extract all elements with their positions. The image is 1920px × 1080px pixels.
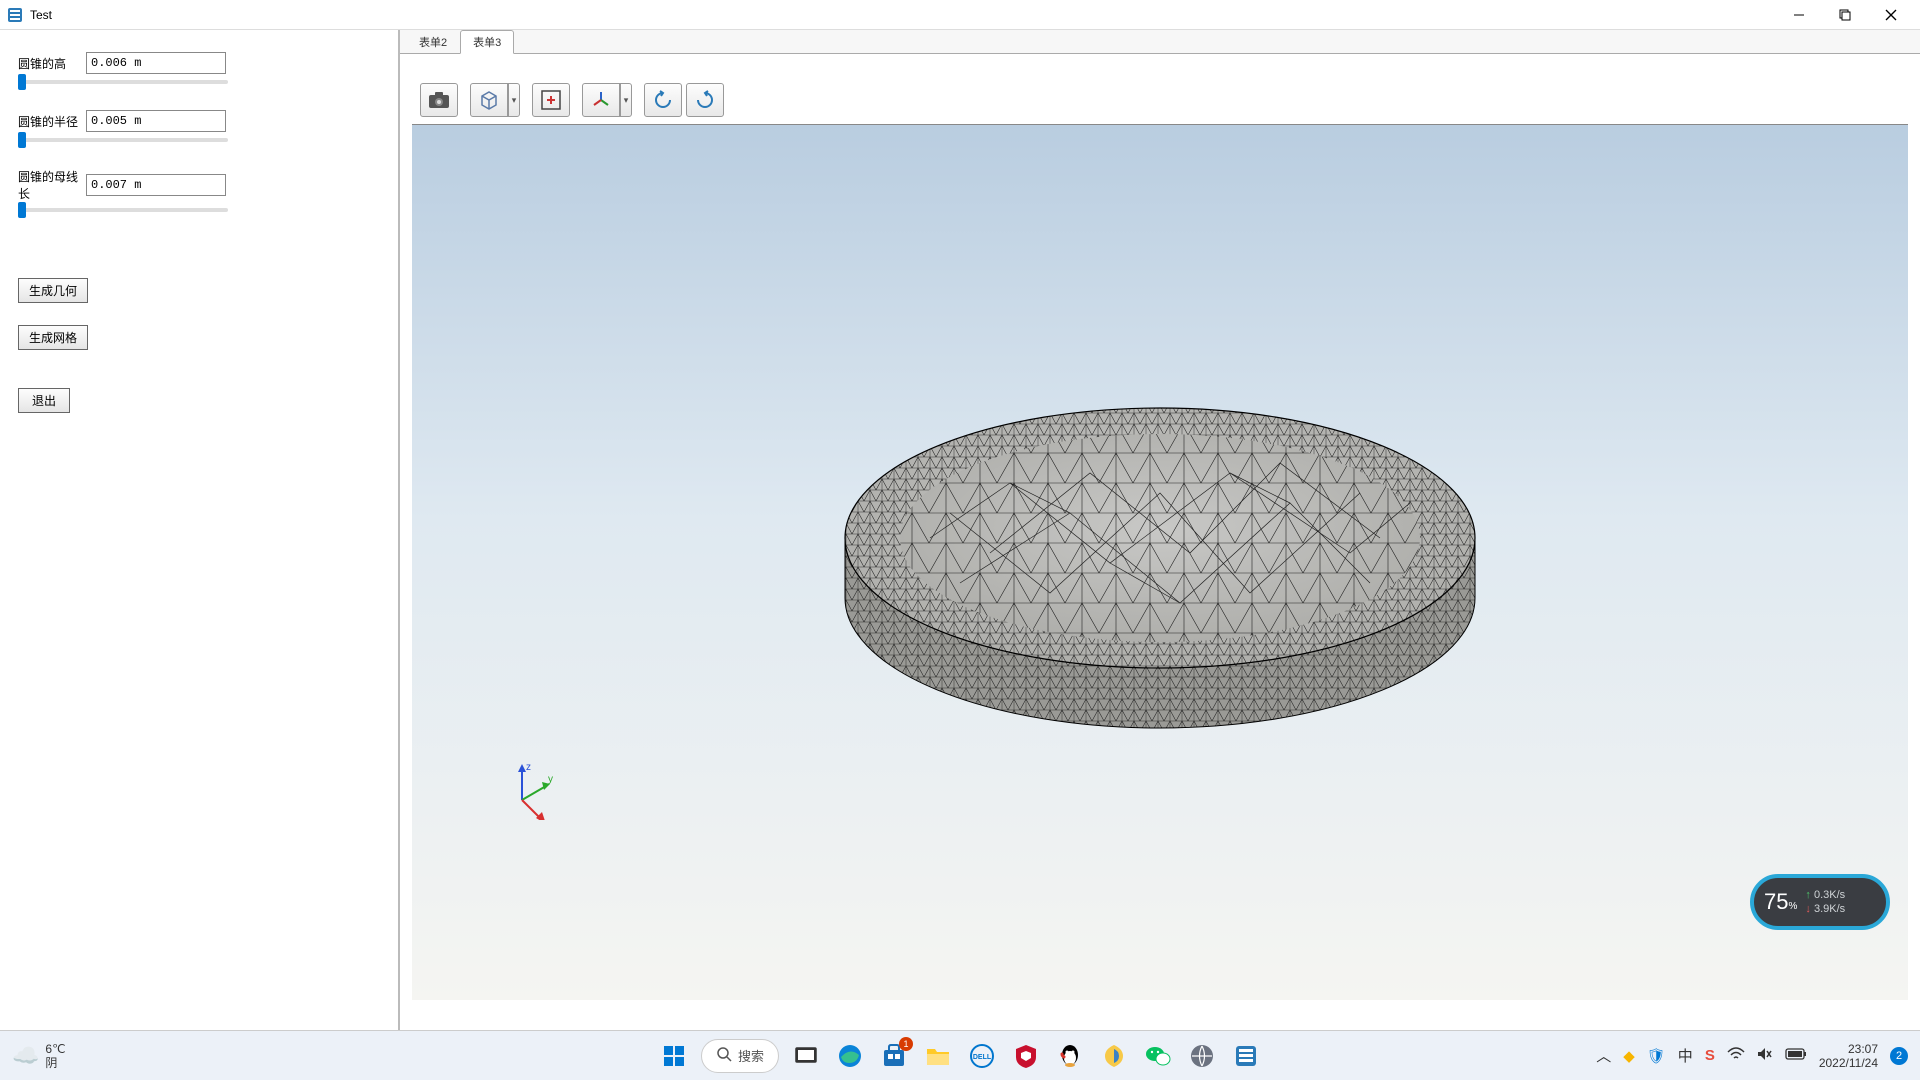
mesh-render	[810, 303, 1510, 823]
generate-geometry-button[interactable]: 生成几何	[18, 278, 88, 303]
view-box-dropdown[interactable]: ▾	[508, 83, 520, 117]
zoom-extents-button[interactable]	[532, 83, 570, 117]
upload-speed: 0.3K/s	[1805, 888, 1845, 902]
content-area: 表单2 表单3 ▾	[400, 30, 1920, 1030]
cloud-icon: ☁️	[12, 1049, 39, 1063]
viewport-toolbar: ▾ ▾	[412, 80, 1908, 120]
taskbar-search[interactable]: 搜索	[701, 1039, 779, 1073]
weather-desc: 阴	[45, 1056, 65, 1070]
svg-text:z: z	[526, 762, 531, 773]
download-speed: 3.9K/s	[1805, 902, 1845, 916]
tray-sogou-icon[interactable]: S	[1705, 1047, 1715, 1064]
close-button[interactable]	[1868, 0, 1914, 30]
axis-triad: z y x	[502, 760, 562, 820]
dell-icon[interactable]: DELL	[965, 1039, 999, 1073]
explorer-icon[interactable]	[921, 1039, 955, 1073]
app-icon	[6, 6, 24, 24]
view-box-button[interactable]	[470, 83, 508, 117]
sidebar: 圆锥的高 圆锥的半径 圆锥的母线长 生成几何 生成网格 退出	[0, 30, 400, 1030]
cone-radius-input[interactable]	[86, 110, 226, 132]
weather-temp: 6℃	[45, 1042, 65, 1056]
pycharm-icon[interactable]	[1097, 1039, 1131, 1073]
param-label: 圆锥的半径	[18, 113, 86, 130]
axes-button[interactable]	[582, 83, 620, 117]
cone-slant-input[interactable]	[86, 174, 226, 196]
param-cone-slant: 圆锥的母线长	[18, 168, 380, 212]
svg-text:y: y	[548, 774, 553, 785]
generate-mesh-button[interactable]: 生成网格	[18, 325, 88, 350]
titlebar: Test	[0, 0, 1920, 30]
param-label: 圆锥的母线长	[18, 168, 86, 202]
taskbar: ☁️ 6℃ 阴 搜索 1 DELL ︿ ◆ 🛡 中	[0, 1030, 1920, 1080]
clock-date: 2022/11/24	[1819, 1056, 1878, 1070]
network-monitor-widget[interactable]: 75% 0.3K/s 3.9K/s	[1750, 874, 1890, 930]
3d-viewport[interactable]: z y x 75% 0.3K/s 3.9K/s	[412, 124, 1908, 1000]
exit-button[interactable]: 退出	[18, 388, 70, 413]
volume-icon[interactable]	[1757, 1047, 1773, 1065]
system-tray: ︿ ◆ 🛡 中 S 23:07 2022/11/24 2	[1596, 1042, 1908, 1070]
rotate-left-button[interactable]	[644, 83, 682, 117]
battery-icon[interactable]	[1785, 1047, 1807, 1064]
tray-ime-icon[interactable]: 中	[1678, 1045, 1693, 1066]
weather-widget[interactable]: ☁️ 6℃ 阴	[12, 1042, 66, 1070]
taskview-button[interactable]	[789, 1039, 823, 1073]
clock-time: 23:07	[1819, 1042, 1878, 1056]
mcafee-icon[interactable]	[1009, 1039, 1043, 1073]
minimize-button[interactable]	[1776, 0, 1822, 30]
tray-security-icon[interactable]: 🛡	[1647, 1047, 1666, 1065]
param-cone-radius: 圆锥的半径	[18, 110, 380, 142]
cone-height-input[interactable]	[86, 52, 226, 74]
param-label: 圆锥的高	[18, 55, 86, 72]
maximize-button[interactable]	[1822, 0, 1868, 30]
start-button[interactable]	[657, 1039, 691, 1073]
tray-chevron-icon[interactable]: ︿	[1596, 1045, 1611, 1066]
wechat-icon[interactable]	[1141, 1039, 1175, 1073]
cone-radius-slider[interactable]	[18, 138, 228, 142]
tab-bar: 表单2 表单3	[400, 30, 1920, 54]
svg-text:x: x	[546, 818, 551, 820]
rotate-right-button[interactable]	[686, 83, 724, 117]
window-title: Test	[30, 8, 1776, 22]
store-icon[interactable]: 1	[877, 1039, 911, 1073]
cpu-percent: 75	[1764, 889, 1788, 914]
svg-text:DELL: DELL	[973, 1054, 992, 1061]
qq-icon[interactable]	[1053, 1039, 1087, 1073]
tray-sync-icon[interactable]: ◆	[1623, 1047, 1635, 1065]
param-cone-height: 圆锥的高	[18, 52, 380, 84]
search-placeholder: 搜索	[738, 1046, 764, 1065]
search-icon	[716, 1046, 732, 1065]
taskbar-clock[interactable]: 23:07 2022/11/24	[1819, 1042, 1878, 1070]
cone-slant-slider[interactable]	[18, 208, 228, 212]
axes-dropdown[interactable]: ▾	[620, 83, 632, 117]
tab-form2[interactable]: 表单2	[406, 30, 460, 54]
edge-icon[interactable]	[833, 1039, 867, 1073]
tab-form3[interactable]: 表单3	[460, 30, 514, 54]
screenshot-button[interactable]	[420, 83, 458, 117]
wifi-icon[interactable]	[1727, 1047, 1745, 1065]
notification-badge[interactable]: 2	[1890, 1047, 1908, 1065]
browser2-icon[interactable]	[1185, 1039, 1219, 1073]
cone-height-slider[interactable]	[18, 80, 228, 84]
comsol-icon[interactable]	[1229, 1039, 1263, 1073]
